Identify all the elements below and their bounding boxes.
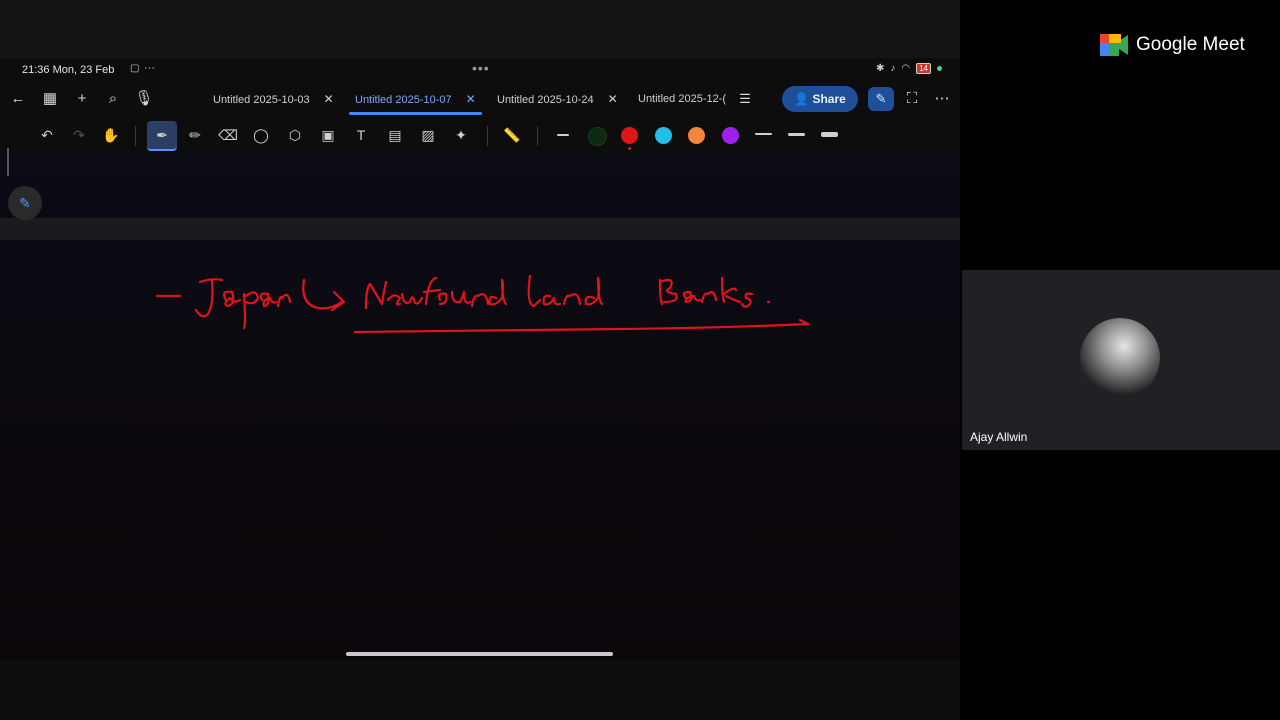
tab-label: Untitled 2025-10-24 <box>497 94 594 106</box>
stroke-thin[interactable] <box>557 134 569 136</box>
ink-japan <box>194 278 292 330</box>
stroke-thick[interactable] <box>788 133 805 136</box>
fullscreen-icon[interactable]: ⛶ <box>902 89 922 109</box>
avatar <box>1080 318 1160 398</box>
stroke-medium[interactable] <box>755 133 772 135</box>
window-handle-dots[interactable]: ••• <box>472 60 490 76</box>
ai-assist-icon[interactable]: ✎ <box>868 87 894 111</box>
camera-indicator-dot <box>937 66 942 71</box>
hand-icon[interactable]: ✋ <box>100 125 122 145</box>
text-icon[interactable]: T <box>350 125 372 145</box>
ink-banks <box>658 276 771 308</box>
color-swatch-purple[interactable] <box>722 127 739 144</box>
share-button[interactable]: 👤 Share <box>782 86 858 112</box>
status-more: ··· <box>144 62 155 74</box>
laser-pointer-icon[interactable]: ✦ <box>450 125 472 145</box>
participant-name: Ajay Allwin <box>970 430 1028 444</box>
divider <box>135 126 136 146</box>
tab-label: Untitled 2025-10-03 <box>213 94 310 106</box>
status-bar: 21:36 Mon, 23 Feb ▢ ··· ••• ✱ ♪ ◠ 14 <box>0 58 960 82</box>
color-swatch-orange[interactable] <box>688 127 705 144</box>
google-meet-logo: Google Meet <box>1100 34 1245 56</box>
shapes-icon[interactable]: ⬡ <box>284 125 306 145</box>
close-icon[interactable]: ✕ <box>608 92 618 106</box>
selected-color-dot <box>628 147 631 150</box>
stroke-extra-thick[interactable] <box>821 132 838 137</box>
tab-list-icon[interactable]: ☰ <box>735 89 755 109</box>
status-time: 21:36 Mon, 23 Feb <box>22 64 115 76</box>
nav-bar: ← ▦ + ⌕ 🎙 Untitled 2025-10-03 ✕ Untitled … <box>0 82 960 116</box>
more-icon[interactable]: ⋯ <box>932 89 952 109</box>
bottom-bar <box>0 660 960 720</box>
highlighter-icon[interactable]: ✏ <box>184 125 206 145</box>
color-swatch-dark-green[interactable] <box>588 127 607 146</box>
active-tab-indicator <box>349 112 482 115</box>
wifi-icon: ◠ <box>901 63 911 74</box>
divider <box>487 126 488 146</box>
mute-icon: ♪ <box>890 63 896 74</box>
mic-icon[interactable]: 🎙 <box>134 89 154 109</box>
battery-icon: 14 <box>916 63 931 74</box>
ink-arrow <box>302 278 346 312</box>
share-label: Share <box>812 92 846 106</box>
close-icon[interactable]: ✕ <box>324 92 334 106</box>
divider <box>537 126 538 146</box>
tab-label: Untitled 2025-12-( <box>638 93 727 105</box>
tab-untitled-2025-10-03[interactable]: Untitled 2025-10-03 ✕ <box>213 87 334 111</box>
ruler-icon[interactable]: 📏 <box>501 125 523 145</box>
participant-tile[interactable]: Ajay Allwin <box>962 270 1280 450</box>
home-indicator[interactable] <box>346 652 613 656</box>
meet-camera-icon <box>1100 34 1128 56</box>
color-swatch-red[interactable] <box>621 127 638 144</box>
color-swatch-cyan[interactable] <box>655 127 672 144</box>
note-canvas[interactable]: ✎ <box>0 148 960 660</box>
image-icon[interactable]: ▣ <box>317 125 339 145</box>
search-icon[interactable]: ⌕ <box>103 89 123 109</box>
table-icon[interactable]: ▤ <box>384 125 406 145</box>
drawing-toolbar: ↶ ↷ ✋ ✒ ✏ ⌫ ◯ ⬡ ▣ T ▤ ▨ ✦ 📏 <box>0 116 960 155</box>
shared-tablet-screen: 21:36 Mon, 23 Feb ▢ ··· ••• ✱ ♪ ◠ 14 ← ▦… <box>0 0 960 720</box>
redo-icon[interactable]: ↷ <box>68 125 90 145</box>
ink-newfoundland <box>364 274 604 310</box>
undo-icon[interactable]: ↶ <box>36 125 58 145</box>
eraser-icon[interactable]: ⌫ <box>217 125 239 145</box>
pen-icon[interactable]: ✒ <box>147 121 177 151</box>
grid-icon[interactable]: ▦ <box>40 89 60 109</box>
meet-brand-text: Google Meet <box>1136 34 1245 55</box>
calendar-icon: ▢ <box>130 63 140 74</box>
back-arrow-icon[interactable]: ← <box>8 89 28 109</box>
tab-untitled-2025-12[interactable]: Untitled 2025-12-( <box>638 87 726 111</box>
add-person-icon: 👤 <box>794 92 810 106</box>
ink-underline <box>353 318 810 334</box>
handwriting-ink <box>155 274 810 334</box>
top-band <box>0 0 960 58</box>
bluetooth-icon: ✱ <box>875 63 885 74</box>
tab-untitled-2025-10-07[interactable]: Untitled 2025-10-07 ✕ <box>349 87 482 115</box>
status-icons: ✱ ♪ ◠ 14 <box>876 63 942 74</box>
close-icon[interactable]: ✕ <box>466 92 476 106</box>
plus-icon[interactable]: + <box>72 89 92 109</box>
lasso-icon[interactable]: ◯ <box>250 125 272 145</box>
tab-untitled-2025-10-24[interactable]: Untitled 2025-10-24 ✕ <box>497 87 618 111</box>
tab-label: Untitled 2025-10-07 <box>355 94 452 106</box>
chart-icon[interactable]: ▨ <box>417 125 439 145</box>
